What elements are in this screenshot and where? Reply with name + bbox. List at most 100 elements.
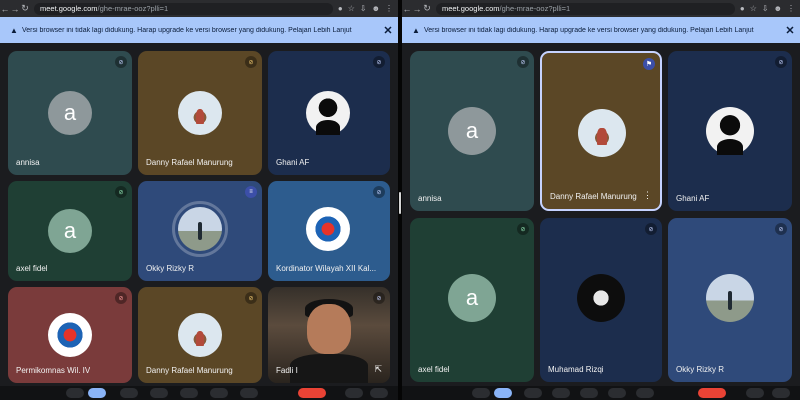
url-path: /ghe-mrae-ooz?plli=1 <box>97 4 169 13</box>
participant-name: Ghani AF <box>676 194 710 203</box>
participant-name: Muhamad Rizqi <box>548 365 604 374</box>
divider-handle[interactable] <box>399 192 401 214</box>
raise-hand-button[interactable] <box>608 388 626 398</box>
participant-tile[interactable]: ⊘ Danny Rafael Manurung <box>138 51 262 175</box>
mic-off-icon: ⊘ <box>373 56 385 68</box>
meet-controls <box>402 386 800 400</box>
participant-tile[interactable]: ⊘ a annisa <box>8 51 132 175</box>
meet-controls <box>0 386 398 400</box>
participant-name: axel fidel <box>418 365 450 374</box>
participant-name: Fadli I <box>276 366 298 375</box>
participant-name: annisa <box>418 194 442 203</box>
participant-tile[interactable]: ≡ Okky Rizky R <box>138 181 262 281</box>
profile-icon[interactable]: ☻ <box>372 4 380 13</box>
present-button[interactable] <box>552 388 570 398</box>
reload-icon[interactable]: ↻ <box>20 3 30 14</box>
download-icon[interactable]: ⇩ <box>762 4 769 13</box>
left-meet-window: ← → ↻ meet.google.com /ghe-mrae-ooz?plli… <box>0 0 398 400</box>
address-bar[interactable]: meet.google.com /ghe-mrae-ooz?plli=1 <box>436 2 735 15</box>
pin-icon[interactable]: ⚑ <box>643 58 655 70</box>
mic-off-icon: ⊘ <box>373 186 385 198</box>
unsupported-browser-banner: ▲ Versi browser ini tidak lagi didukung.… <box>402 17 800 43</box>
participant-tile[interactable]: ⚑ Danny Rafael Manurung ⋮ <box>540 51 662 211</box>
participant-tile[interactable]: ⊘ a annisa <box>410 51 534 211</box>
more-vert-icon[interactable]: ⋮ <box>643 190 652 201</box>
banner-message: Versi browser ini tidak lagi didukung. H… <box>424 26 754 34</box>
avatar: a <box>448 107 496 155</box>
right-meet-window: ← → ↻ meet.google.com /ghe-mrae-ooz?plli… <box>402 0 800 400</box>
address-bar[interactable]: meet.google.com /ghe-mrae-ooz?plli=1 <box>34 2 333 15</box>
mic-off-icon: ⊘ <box>245 292 257 304</box>
close-icon[interactable]: ✕ <box>378 24 398 37</box>
info-button[interactable] <box>746 388 764 398</box>
info-button[interactable] <box>345 388 363 398</box>
participant-name: annisa <box>16 158 40 167</box>
camera-button[interactable] <box>524 388 542 398</box>
participant-tile[interactable]: ⊘ Ghani AF <box>668 51 792 211</box>
participant-name: Kordinator Wilayah XII Kal... <box>276 264 377 273</box>
participant-tile[interactable]: ⊘ Permikomnas Wil. IV <box>8 287 132 383</box>
mic-button[interactable] <box>494 388 512 398</box>
expand-icon[interactable]: ⇱ <box>374 364 382 375</box>
more-options-button[interactable] <box>240 388 258 398</box>
people-button[interactable] <box>370 388 388 398</box>
present-button[interactable] <box>150 388 168 398</box>
end-call-button[interactable] <box>298 388 326 398</box>
reload-icon[interactable]: ↻ <box>422 3 432 14</box>
avatar <box>577 274 625 322</box>
end-call-button[interactable] <box>698 388 726 398</box>
participant-tile[interactable]: ⊘ a axel fidel <box>410 218 534 382</box>
avatar <box>706 274 754 322</box>
back-icon[interactable]: ← <box>402 4 412 14</box>
avatar: a <box>48 91 92 135</box>
bookmark-star-icon[interactable]: ☆ <box>348 4 355 13</box>
mic-off-icon: ⊘ <box>373 292 385 304</box>
browser-menu-icon[interactable]: ⋮ <box>385 4 393 13</box>
participant-tile[interactable]: ⊘ Ghani AF <box>268 51 390 175</box>
unsupported-browser-banner: ▲ Versi browser ini tidak lagi didukung.… <box>0 17 398 43</box>
avatar <box>706 107 754 155</box>
camera-indicator-icon[interactable]: ● <box>338 4 343 13</box>
avatar <box>48 313 92 357</box>
caption-button[interactable] <box>472 388 490 398</box>
audio-wave-icon: ≡ <box>245 186 257 198</box>
close-icon[interactable]: ✕ <box>780 24 800 37</box>
browser-menu-icon[interactable]: ⋮ <box>787 4 795 13</box>
url-path: /ghe-mrae-ooz?plli=1 <box>499 4 571 13</box>
raise-hand-button[interactable] <box>210 388 228 398</box>
participant-name: Okky Rizky R <box>676 365 724 374</box>
download-icon[interactable]: ⇩ <box>360 4 367 13</box>
avatar <box>578 109 626 157</box>
avatar: a <box>48 209 92 253</box>
browser-toolbar: ← → ↻ meet.google.com /ghe-mrae-ooz?plli… <box>402 0 800 17</box>
participant-tile[interactable]: ⊘ Okky Rizky R <box>668 218 792 382</box>
participant-tile[interactable]: ⊘ Danny Rafael Manurung <box>138 287 262 383</box>
avatar: a <box>448 274 496 322</box>
people-button[interactable] <box>772 388 790 398</box>
camera-button[interactable] <box>120 388 138 398</box>
mic-off-icon: ⊘ <box>245 56 257 68</box>
more-options-button[interactable] <box>636 388 654 398</box>
mic-off-icon: ⊘ <box>775 56 787 68</box>
profile-icon[interactable]: ☻ <box>774 4 782 13</box>
participant-tile[interactable]: ⊘ Fadli I ⇱ <box>268 287 390 383</box>
participant-tile[interactable]: ⊘ a axel fidel <box>8 181 132 281</box>
mic-off-icon: ⊘ <box>115 292 127 304</box>
participant-name: Danny Rafael Manurung <box>146 366 233 375</box>
url-host: meet.google.com <box>40 4 98 13</box>
avatar <box>178 313 222 357</box>
bookmark-star-icon[interactable]: ☆ <box>750 4 757 13</box>
reaction-button[interactable] <box>580 388 598 398</box>
participant-name: Ghani AF <box>276 158 310 167</box>
caption-button[interactable] <box>66 388 84 398</box>
participant-tile[interactable]: ⊘ Muhamad Rizqi <box>540 218 662 382</box>
mic-button[interactable] <box>88 388 106 398</box>
avatar <box>178 91 222 135</box>
avatar <box>306 91 350 135</box>
reaction-button[interactable] <box>180 388 198 398</box>
participant-tile[interactable]: ⊘ Kordinator Wilayah XII Kal... <box>268 181 390 281</box>
back-icon[interactable]: ← <box>0 4 10 14</box>
camera-indicator-icon[interactable]: ● <box>740 4 745 13</box>
forward-icon[interactable]: → <box>10 4 20 14</box>
forward-icon[interactable]: → <box>412 4 422 14</box>
